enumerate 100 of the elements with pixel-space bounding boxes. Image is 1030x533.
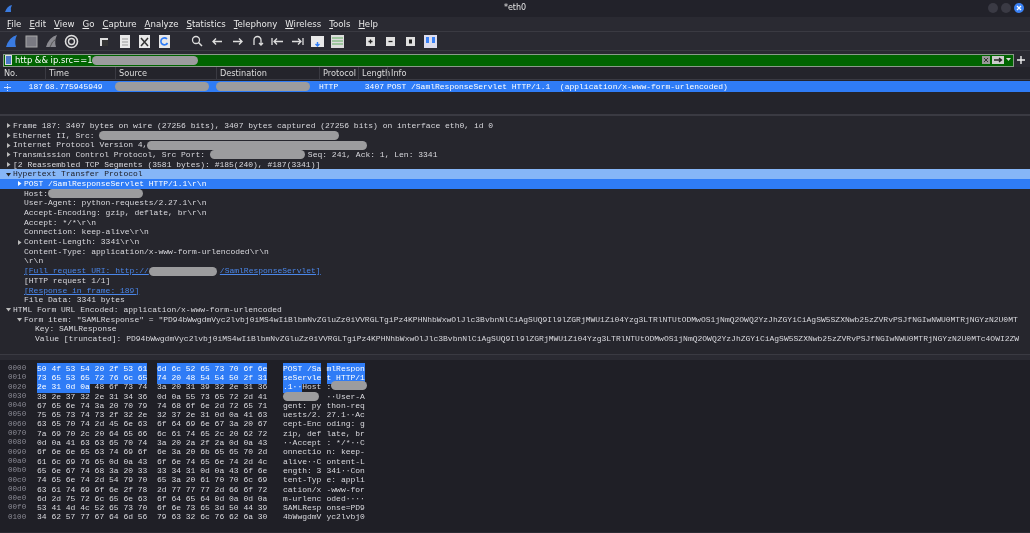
- ascii-text: e: appli: [326, 474, 365, 487]
- link[interactable]: [Full request URI: http://: [24, 265, 149, 278]
- tree-item-text: Host:: [24, 188, 48, 200]
- tree-row[interactable]: Content-Type: application/x-www-form-urlencoded\r\n: [0, 246, 1030, 257]
- menu-item[interactable]: Analyze: [144, 17, 179, 31]
- ascii-text: .1··: [283, 381, 303, 394]
- resize-columns-icon[interactable]: [423, 33, 438, 49]
- expanded-arrow-icon[interactable]: [6, 171, 11, 177]
- tree-row[interactable]: Transmission Control Protocol, Src Port: Seq: 241, Ack: 1, Len: 3341: [0, 150, 1030, 160]
- hex-bytes: 3a 20 2a 2f 2a 0d 0a 43: [157, 437, 268, 449]
- column-header[interactable]: No.: [4, 67, 45, 80]
- ascii-text: cept-Enc: [283, 418, 322, 431]
- menu-item[interactable]: File: [7, 17, 22, 31]
- tree-row[interactable]: \r\n: [0, 256, 1030, 267]
- target-icon[interactable]: [64, 33, 79, 49]
- collapsed-arrow-icon[interactable]: [6, 162, 11, 168]
- packet-number: 187: [28, 81, 43, 93]
- tree-item-text: Ethernet II, Src:: [13, 130, 96, 142]
- tree-item-text: Form item: "SAMLResponse" = "PD94bWwgdmVyc2lvbj0iMS4wIiBlbmNvZGluZz0iVVRGLTgiPz4KPHNhbWxwOlJlc3BvbnNlCiAgSUQ9Il9lZGRjMWU1Zi04Yzg3LTRlNTUtODMwOS1jNmQ2OWQ2YzJhZGYiCiAgSW5SZXNwb25zZVRvPSJfNGIwNWU0MTRjNGYzN2U0MT: [24, 314, 1018, 326]
- collapsed-arrow-icon[interactable]: [17, 181, 22, 187]
- link[interactable]: /SamlResponseServlet]: [219, 265, 321, 278]
- collapsed-arrow-icon[interactable]: [6, 152, 11, 158]
- collapsed-arrow-icon[interactable]: [6, 133, 11, 139]
- hex-bytes: 0d 0a 41 63 63 65 70 74: [37, 437, 148, 449]
- reload-icon[interactable]: [157, 33, 172, 49]
- hex-bytes: 6f 6e 73 65 3d 50 44 39: [157, 502, 268, 514]
- column-header[interactable]: Protocol: [319, 67, 358, 80]
- packet-info: POST /SamlResponseServlet HTTP/1.1 (application/x-www-form-urlencoded): [387, 81, 729, 93]
- apply-arrow-icon[interactable]: [992, 56, 1004, 64]
- expanded-arrow-icon[interactable]: [6, 307, 11, 313]
- tree-item-text: HTML Form URL Encoded: application/x-www-form-urlencoded: [13, 304, 282, 316]
- filter-field[interactable]: http && ip.src==1: [3, 53, 1014, 67]
- tree-row[interactable]: Key: SAMLResponse: [0, 324, 1030, 335]
- collapsed-arrow-icon[interactable]: [6, 123, 11, 129]
- tree-item-text: User-Agent: python-requests/2.27.1\r\n: [24, 197, 207, 210]
- tree-row[interactable]: File Data: 3341 bytes: [0, 295, 1030, 306]
- column-header[interactable]: Time: [45, 67, 115, 80]
- tree-row[interactable]: POST /SamlResponseServlet HTTP/1.1\r\n: [0, 179, 1030, 189]
- close-file-icon[interactable]: [137, 33, 152, 49]
- tree-row[interactable]: Accept-Encoding: gzip, deflate, br\r\n: [0, 208, 1030, 218]
- tree-row[interactable]: [HTTP request 1/1]: [0, 276, 1030, 286]
- filter-text: http && ip.src==1: [15, 53, 93, 67]
- link[interactable]: [Response in frame: 189]: [24, 284, 140, 297]
- column-header[interactable]: Destination: [216, 67, 319, 80]
- tree-item-text: Content-Length: 3341\r\n: [24, 236, 140, 249]
- tree-item-text: Connection: keep-alive\r\n: [24, 227, 149, 239]
- plus-icon[interactable]: [1016, 55, 1026, 65]
- bookmark-icon[interactable]: [5, 55, 12, 65]
- tree-row[interactable]: Ethernet II, Src:: [0, 130, 1030, 141]
- menu-item[interactable]: Go: [82, 17, 95, 31]
- expanded-arrow-icon[interactable]: [17, 317, 22, 323]
- menu-item[interactable]: Tools: [329, 17, 351, 31]
- packet-length: 3407: [363, 81, 385, 93]
- tree-row[interactable]: User-Agent: python-requests/2.27.1\r\n: [0, 198, 1030, 209]
- hex-bytes: 2e 31 0d 0a: [37, 381, 90, 394]
- search-icon[interactable]: [190, 33, 205, 49]
- collapsed-arrow-icon[interactable]: [6, 142, 11, 148]
- shark-fin-icon: [4, 4, 13, 13]
- shark-fin-icon[interactable]: [44, 33, 59, 49]
- tree-row[interactable]: [Full request URI: http:// /SamlResponseServlet]: [0, 266, 1030, 276]
- packet-protocol: HTTP: [319, 81, 340, 93]
- tree-row[interactable]: [Response in frame: 189]: [0, 285, 1030, 296]
- tree-row[interactable]: Accept: */*\r\n: [0, 217, 1030, 228]
- ascii-text: oding: g: [326, 418, 365, 431]
- menu-item[interactable]: View: [54, 17, 75, 31]
- hex-bytes: 53 41 4d 4c 52 65 73 70: [37, 502, 148, 514]
- tree-item-text: File Data: 3341 bytes: [24, 295, 125, 307]
- menu-item[interactable]: Edit: [29, 17, 47, 31]
- ascii-text: : */*··C: [326, 437, 365, 449]
- packet-row[interactable]: 187 68.775945949 HTTP 3407 POST /SamlResponseServlet HTTP/1.1 (application/x-www-form-urlencoded): [0, 81, 1030, 92]
- dropdown-icon[interactable]: [1006, 58, 1011, 62]
- menu-item[interactable]: Telephony: [233, 17, 278, 31]
- tree-row[interactable]: Frame 187: 3407 bytes on wire (27256 bits), 3407 bytes captured (27256 bits) on interface eth0, id 0: [0, 121, 1030, 131]
- menu-item[interactable]: Help: [358, 17, 378, 31]
- tree-row[interactable]: Content-Length: 3341\r\n: [0, 237, 1030, 247]
- stop-icon[interactable]: [24, 33, 39, 49]
- related-packet-icon: [4, 83, 11, 91]
- menu-item[interactable]: Capture: [102, 17, 137, 31]
- hex-bytes: 79 63 32 6c 76 62 6a 30: [157, 511, 268, 524]
- colorize-icon[interactable]: [330, 33, 345, 49]
- ascii-text: onse=PD9: [326, 502, 365, 514]
- close-icon[interactable]: [1014, 3, 1024, 13]
- ascii-text: tent-Typ: [283, 475, 322, 487]
- menu-item[interactable]: Statistics: [186, 17, 226, 31]
- tree-row[interactable]: Hypertext Transfer Protocol: [0, 169, 1030, 180]
- tree-row[interactable]: Host:: [0, 188, 1030, 199]
- tree-row[interactable]: [2 Reassembled TCP Segments (3581 bytes): #185(240), #187(3341)]: [0, 159, 1030, 170]
- shark-fin-icon[interactable]: [4, 33, 19, 49]
- menu-item[interactable]: Wireless: [285, 17, 322, 31]
- document-icon[interactable]: [117, 33, 132, 49]
- autoscroll-icon[interactable]: [310, 33, 325, 49]
- ascii-text: SAMLResp: [283, 502, 322, 514]
- collapsed-arrow-icon[interactable]: [17, 239, 22, 245]
- hex-bytes: 75 65 73 74 73 2f 32 2e: [37, 409, 148, 421]
- ascii-text: ··Accept: [283, 438, 322, 449]
- tree-row[interactable]: Connection: keep-alive\r\n: [0, 227, 1030, 238]
- clear-icon[interactable]: [982, 56, 990, 64]
- tree-row[interactable]: Internet Protocol Version 4,: [0, 140, 1030, 151]
- tree-row[interactable]: HTML Form URL Encoded: application/x-www-form-urlencoded: [0, 305, 1030, 315]
- column-header[interactable]: Source: [115, 67, 216, 80]
